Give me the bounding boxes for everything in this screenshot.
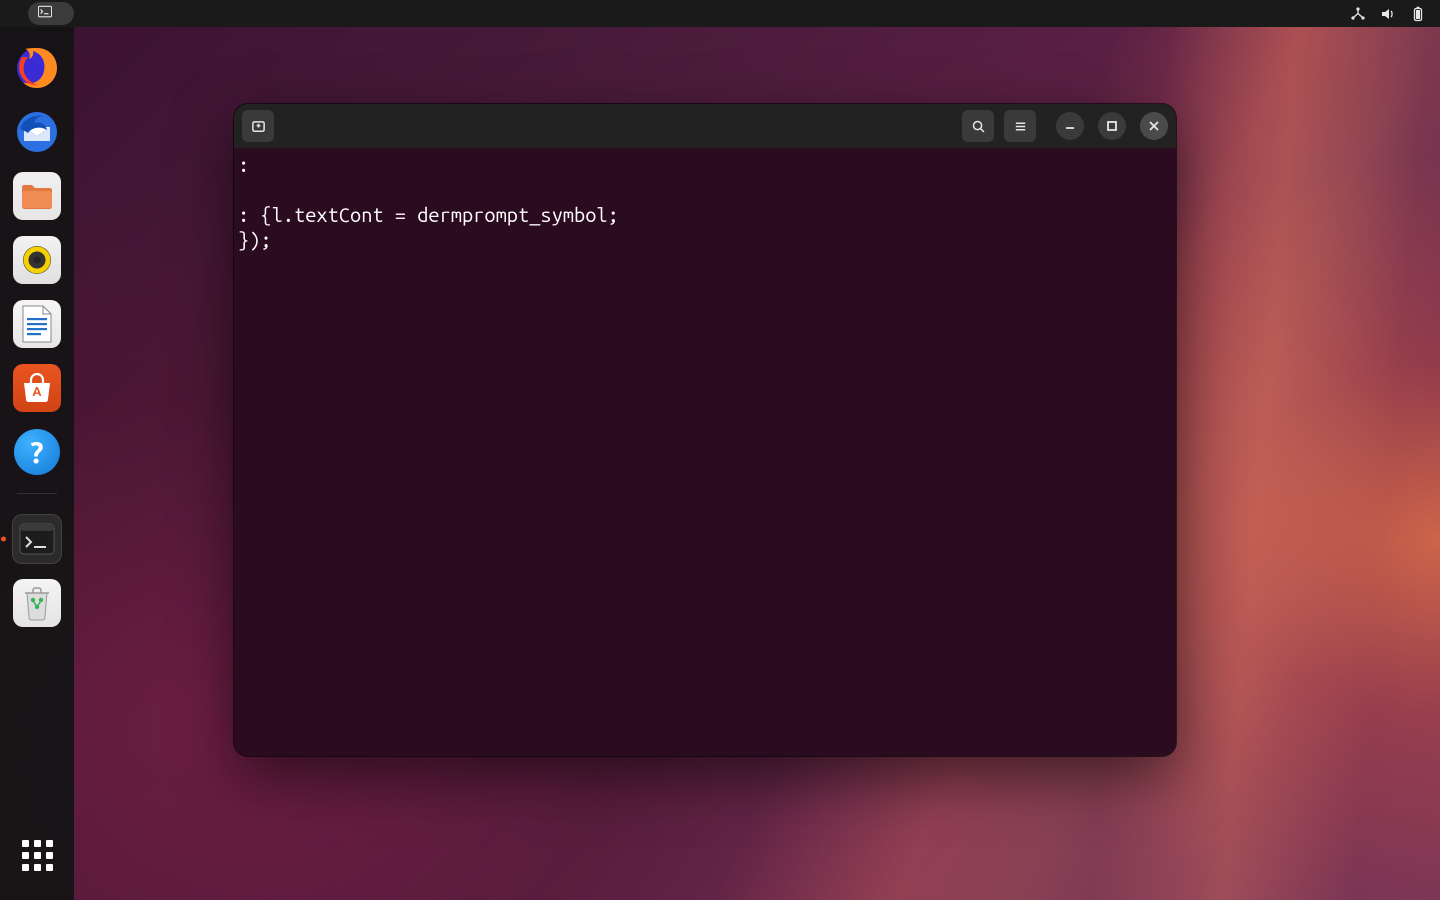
- dock-item-libreoffice-writer[interactable]: [12, 299, 62, 349]
- active-app-indicator[interactable]: [28, 2, 74, 25]
- dock-item-trash[interactable]: [12, 578, 62, 628]
- dock-item-thunderbird[interactable]: [12, 107, 62, 157]
- top-bar: [0, 0, 1440, 27]
- battery-icon[interactable]: [1410, 6, 1426, 22]
- svg-text:A: A: [32, 385, 42, 399]
- dock-item-help[interactable]: ?: [12, 427, 62, 477]
- question-icon: ?: [30, 435, 43, 469]
- volume-icon[interactable]: [1380, 6, 1396, 22]
- new-tab-button[interactable]: [242, 110, 274, 142]
- dock-divider: [17, 493, 57, 494]
- menu-button[interactable]: [1004, 110, 1036, 142]
- terminal-window: : : {l.textCont = dermprompt_symbol; });: [234, 104, 1176, 756]
- show-applications-button[interactable]: [12, 830, 62, 880]
- dock: A ?: [0, 27, 74, 900]
- search-button[interactable]: [962, 110, 994, 142]
- dock-item-terminal[interactable]: [12, 514, 62, 564]
- close-button[interactable]: [1140, 112, 1168, 140]
- terminal-output-area[interactable]: : : {l.textCont = dermprompt_symbol; });: [234, 148, 1176, 756]
- dock-item-files[interactable]: [12, 171, 62, 221]
- minimize-button[interactable]: [1056, 112, 1084, 140]
- dock-item-ubuntu-software[interactable]: A: [12, 363, 62, 413]
- terminal-icon: [38, 5, 52, 22]
- network-icon[interactable]: [1350, 6, 1366, 22]
- dock-item-firefox[interactable]: [12, 43, 62, 93]
- maximize-button[interactable]: [1098, 112, 1126, 140]
- window-titlebar[interactable]: [234, 104, 1176, 148]
- dock-item-rhythmbox[interactable]: [12, 235, 62, 285]
